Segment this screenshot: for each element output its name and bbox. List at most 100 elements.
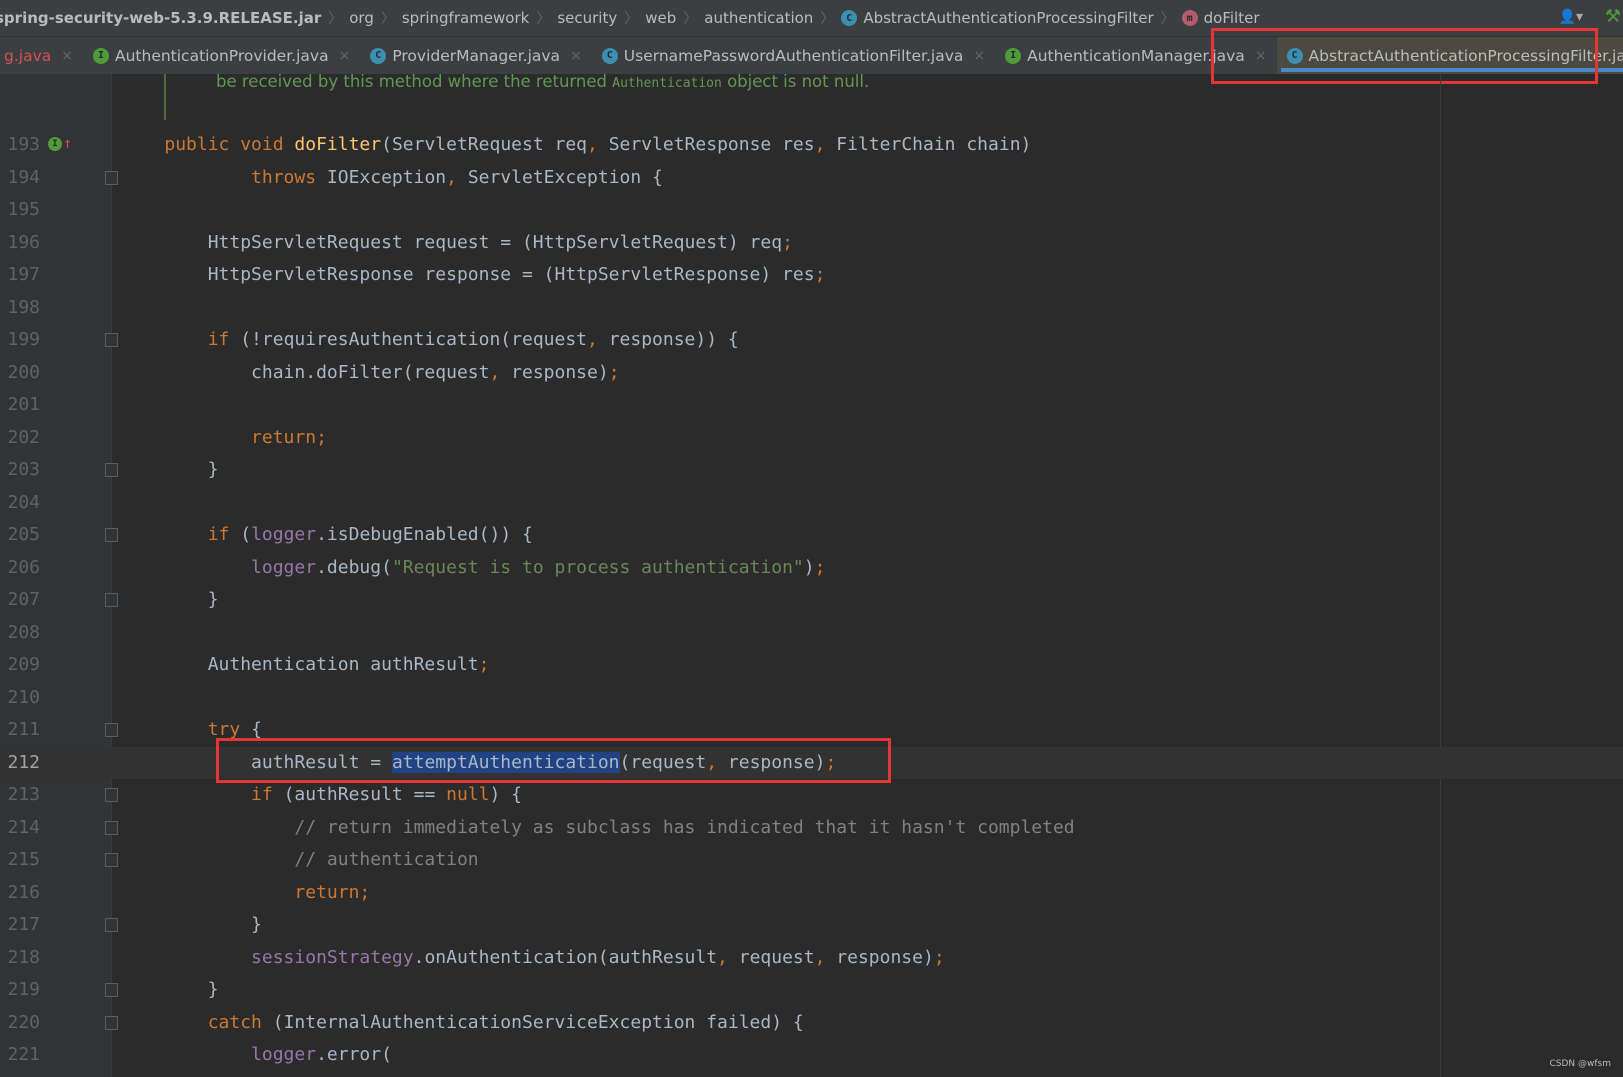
fold-marker-icon[interactable]	[105, 528, 118, 542]
code-line: 194 throws IOException, ServletException…	[0, 162, 1623, 195]
breadcrumb-item[interactable]: m doFilter	[1181, 9, 1260, 27]
code-token-kw: ;	[814, 556, 826, 578]
code-token: .error(	[316, 1044, 392, 1065]
fold-marker-icon[interactable]	[105, 170, 118, 185]
fold-marker-icon[interactable]	[105, 918, 118, 932]
code-text: logger.error(	[121, 1039, 392, 1072]
code-line: 208	[0, 617, 1623, 650]
code-text: return;	[121, 877, 370, 910]
doc-comment-after: object is not null.	[721, 72, 870, 91]
code-token-kw: ,	[814, 946, 837, 968]
fold-marker-icon[interactable]	[105, 820, 118, 835]
code-text: if (!requiresAuthentication(request, res…	[121, 324, 739, 357]
code-text: throws IOException, ServletException {	[121, 162, 663, 195]
code-text: }	[121, 584, 219, 617]
doc-comment: be received by this method where the ret…	[216, 72, 869, 91]
breadcrumb-item[interactable]: web	[645, 9, 676, 27]
tab-usernamepasswordauthenticationfilter-java[interactable]: C UsernamePasswordAuthenticationFilter.ja…	[592, 37, 995, 74]
code-text: return;	[121, 422, 327, 455]
code-token: response)) {	[608, 329, 739, 350]
code-token: }	[121, 589, 219, 610]
code-line: 210	[0, 682, 1623, 715]
code-line: 207 }	[0, 584, 1623, 617]
close-tab-icon[interactable]: ×	[339, 48, 351, 64]
breadcrumb-separator-icon: 〉	[1160, 11, 1175, 27]
code-line: 196 HttpServletRequest request = (HttpSe…	[0, 227, 1623, 260]
code-token: }	[121, 914, 262, 935]
method-icon: m	[1181, 10, 1198, 26]
code-line: 218 sessionStrategy.onAuthentication(aut…	[0, 942, 1623, 975]
close-tab-icon[interactable]: ×	[61, 48, 73, 64]
breadcrumb-item[interactable]: springframework	[402, 9, 529, 27]
breadcrumb-item[interactable]: spring-security-web-5.3.9.RELEASE.jar	[0, 9, 321, 27]
tab-g-java[interactable]: g.java ×	[0, 37, 83, 74]
code-line: 201	[0, 389, 1623, 422]
close-tab-icon[interactable]: ×	[973, 48, 985, 64]
implements-method-icon[interactable]: I	[48, 137, 62, 151]
interface-icon: I	[1005, 47, 1022, 64]
code-token-kw: ,	[489, 361, 512, 383]
line-number: 206	[7, 556, 40, 578]
breadcrumb-label: doFilter	[1203, 9, 1260, 27]
line-number: 202	[7, 426, 40, 448]
code-token-kw: throws	[251, 166, 327, 188]
breadcrumb-item[interactable]: C AbstractAuthenticationProcessingFilter	[841, 9, 1154, 27]
fold-marker-icon[interactable]	[105, 1015, 118, 1030]
build-hammer-icon[interactable]: ⚒	[1605, 6, 1621, 27]
code-token-kw: return;	[294, 881, 371, 903]
tab-authenticationprovider-java[interactable]: I AuthenticationProvider.java ×	[83, 37, 360, 74]
line-number: 196	[7, 231, 40, 253]
code-line: 198	[0, 292, 1623, 325]
fold-marker-icon[interactable]	[105, 853, 118, 867]
breadcrumb-label: authentication	[704, 9, 814, 27]
tab-providermanager-java[interactable]: C ProviderManager.java ×	[360, 37, 591, 74]
fold-marker-icon[interactable]	[105, 333, 118, 347]
code-token: (!requiresAuthentication(request	[240, 329, 587, 350]
code-token: (ServletRequest req	[381, 134, 588, 155]
code-token-kw: try	[207, 719, 252, 740]
code-line: 216 return;	[0, 877, 1623, 910]
breadcrumb-item[interactable]: security	[557, 9, 617, 27]
breadcrumb-item[interactable]: authentication	[704, 9, 813, 27]
code-text: if (logger.isDebugEnabled()) {	[121, 519, 533, 552]
tab-label: UsernamePasswordAuthenticationFilter.jav…	[623, 46, 964, 65]
line-number: 210	[7, 686, 40, 708]
code-token-st: "Request is to process authentication"	[391, 556, 804, 578]
line-number: 221	[7, 1044, 40, 1065]
fold-marker-icon[interactable]	[105, 463, 118, 477]
code-line: 220 catch (InternalAuthenticationService…	[0, 1007, 1623, 1040]
line-number: 205	[7, 524, 40, 545]
fold-marker-icon[interactable]	[105, 593, 118, 607]
code-token-kw: ;	[478, 654, 490, 675]
watermark: CSDN @wfsm	[1549, 1059, 1611, 1069]
code-line: 219 }	[0, 974, 1623, 1007]
line-number: 204	[7, 491, 40, 513]
breadcrumb-separator-icon: 〉	[536, 11, 551, 27]
code-text: // authentication	[121, 844, 478, 877]
code-token-kw: ,	[717, 946, 739, 968]
code-token: HttpServletRequest request = (HttpServle…	[121, 231, 783, 253]
code-token-kw: return;	[251, 426, 327, 448]
code-token: (authResult ==	[283, 784, 447, 805]
code-token-kw: ,	[587, 329, 609, 350]
fold-marker-icon[interactable]	[105, 983, 118, 997]
close-tab-icon[interactable]: ×	[570, 48, 582, 64]
overrides-arrow-icon[interactable]: ↑	[63, 134, 72, 152]
user-dropdown-icon[interactable]: 👤▾	[1559, 9, 1583, 25]
line-number: 201	[7, 394, 40, 415]
code-line: 209 Authentication authResult;	[0, 649, 1623, 682]
line-number: 194	[7, 166, 40, 188]
code-token: request	[738, 946, 815, 968]
fold-marker-icon[interactable]	[105, 723, 118, 737]
breadcrumb-item[interactable]: org	[349, 9, 374, 27]
code-text: sessionStrategy.onAuthentication(authRes…	[121, 942, 945, 975]
fold-marker-icon[interactable]	[105, 788, 118, 802]
active-tab-highlight-box	[1211, 28, 1598, 84]
breadcrumb-separator-icon: 〉	[820, 11, 835, 27]
breadcrumb-label: springframework	[401, 9, 530, 27]
line-number: 195	[7, 199, 40, 220]
